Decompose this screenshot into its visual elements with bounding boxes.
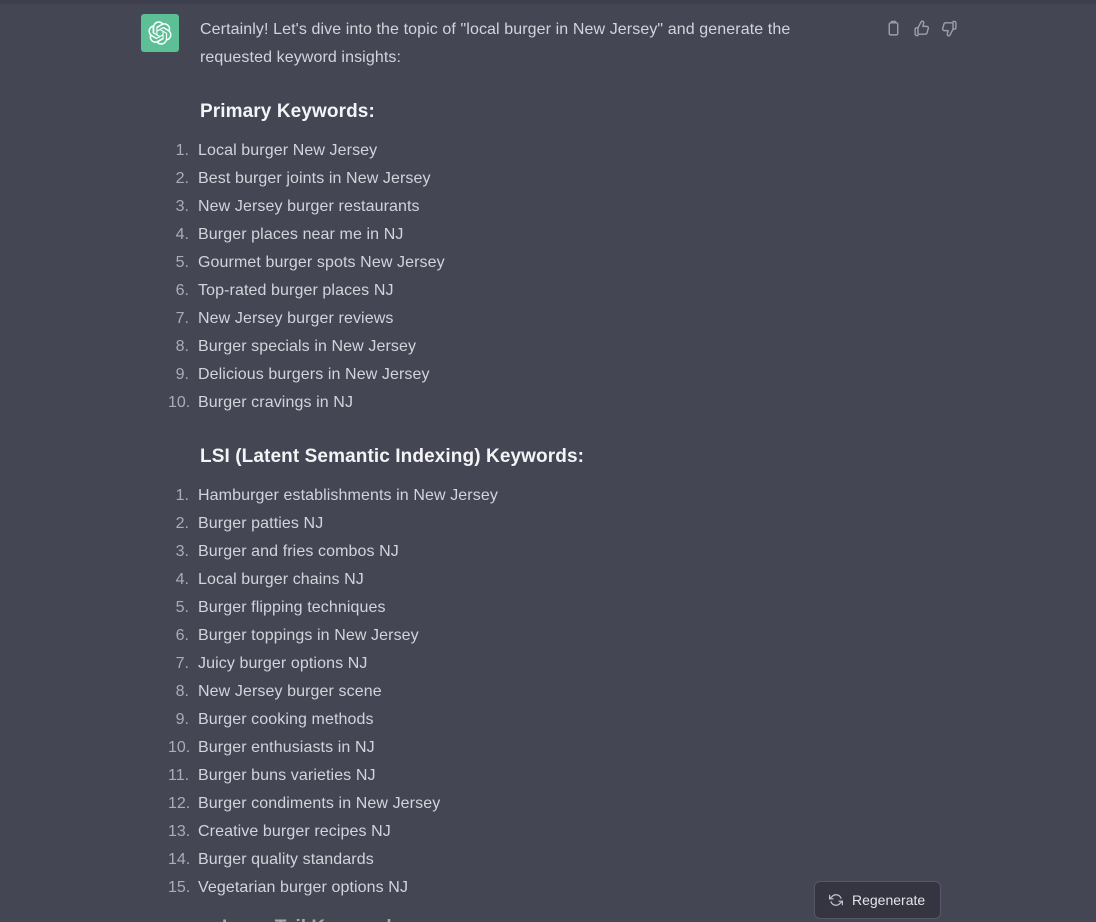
list-item-number: 1. [175,487,189,504]
list-item-number: 7. [175,655,189,672]
list-item-label: Burger cooking methods [198,711,374,728]
list-item: 5. Burger flipping techniques [168,594,852,622]
list-item: 2. Burger patties NJ [168,510,852,538]
list-item-label: Gourmet burger spots New Jersey [198,254,445,271]
list-item-label: Vegetarian burger options NJ [198,879,409,896]
list-item-label: Juicy burger options NJ [198,655,368,672]
lsi-keywords-list-wrap: 1. Hamburger establishments in New Jersey… [168,482,852,902]
section-heading-primary: Primary Keywords: [200,101,375,122]
list-item-number: 9. [175,711,189,728]
list-item-number: 4. [175,226,189,243]
list-item-number: 2. [175,515,189,532]
list-item: 7. New Jersey burger reviews [168,305,852,333]
assistant-message: Certainly! Let's dive into the topic of … [0,0,1096,902]
thumbs-down-icon[interactable] [938,17,960,39]
list-item-number: 11. [168,767,190,784]
list-item: 8. Burger specials in New Jersey [168,333,852,361]
list-item: 4. Local burger chains NJ [168,566,852,594]
list-item-label: New Jersey burger reviews [198,310,394,327]
list-item-label: Delicious burgers in New Jersey [198,366,430,383]
list-item-number: 10. [168,394,191,411]
regenerate-container: Regenerate [814,881,942,919]
primary-keywords-list-wrap: 1. Local burger New Jersey 2. Best burger … [168,137,852,417]
list-item-label: Burger flipping techniques [198,599,386,616]
list-item-number: 8. [175,683,189,700]
list-item: 4. Burger places near me in NJ [168,221,852,249]
list-item: 3. Burger and fries combos NJ [168,538,852,566]
primary-keywords-list: 1. Local burger New Jersey 2. Best burger … [168,137,852,417]
list-item: 8. New Jersey burger scene [168,678,852,706]
message-actions [882,17,960,39]
list-item-label: Burger and fries combos NJ [198,543,399,560]
list-item-number: 15. [168,879,191,896]
list-item: 11. Burger buns varieties NJ [168,762,852,790]
list-item-number: 1. [175,142,189,159]
list-item-label: Burger condiments in New Jersey [198,795,441,812]
refresh-icon [828,893,843,908]
regenerate-label: Regenerate [852,892,926,908]
list-item: 1. Local burger New Jersey [168,137,852,165]
thumbs-up-icon[interactable] [910,17,932,39]
list-item-label: Local burger chains NJ [198,571,364,588]
list-item-label: Hamburger establishments in New Jersey [198,487,498,504]
list-item-label: New Jersey burger scene [198,683,382,700]
list-item: 7. Juicy burger options NJ [168,650,852,678]
list-item-label: Burger cravings in NJ [198,394,354,411]
intro-paragraph: Certainly! Let's dive into the topic of … [200,21,791,66]
list-item: 13. Creative burger recipes NJ [168,818,852,846]
list-item-number: 12. [168,795,191,812]
openai-logo-icon [141,14,179,52]
list-item: 10. Burger enthusiasts in NJ [168,734,852,762]
list-item-number: 5. [175,254,189,271]
list-item: 14. Burger quality standards [168,846,852,874]
list-item-label: Local burger New Jersey [198,142,378,159]
list-item: 2. Best burger joints in New Jersey [168,165,852,193]
list-item-label: Burger quality standards [198,851,374,868]
list-item: 15. Vegetarian burger options NJ [168,874,852,902]
list-item-number: 14. [168,851,191,868]
list-item: 6. Top-rated burger places NJ [168,277,852,305]
clipped-next-heading: Long-Tail Keywords: [222,915,408,922]
list-item-number: 3. [175,543,189,560]
lsi-keywords-list: 1. Hamburger establishments in New Jersey… [168,482,852,902]
list-item-label: Burger patties NJ [198,515,324,532]
list-item-label: Burger enthusiasts in NJ [198,739,375,756]
list-item-label: Burger toppings in New Jersey [198,627,419,644]
list-item-number: 5. [175,599,189,616]
chat-viewport: Certainly! Let's dive into the topic of … [0,0,1096,922]
list-item-number: 7. [175,310,189,327]
list-item-label: Creative burger recipes NJ [198,823,391,840]
list-item-number: 6. [175,627,189,644]
list-item: 9. Burger cooking methods [168,706,852,734]
regenerate-button[interactable]: Regenerate [814,881,942,919]
list-item-number: 8. [175,338,189,355]
list-item-label: New Jersey burger restaurants [198,198,420,215]
list-item: 5. Gourmet burger spots New Jersey [168,249,852,277]
list-item-label: Best burger joints in New Jersey [198,170,431,187]
list-item: 9. Delicious burgers in New Jersey [168,361,852,389]
list-item-number: 9. [175,366,189,383]
list-item-number: 3. [175,198,189,215]
copy-icon[interactable] [882,17,904,39]
list-item: 1. Hamburger establishments in New Jersey [168,482,852,510]
message-content: Certainly! Let's dive into the topic of … [168,14,852,902]
list-item: 3. New Jersey burger restaurants [168,193,852,221]
list-item-number: 10. [168,739,191,756]
list-item-label: Top-rated burger places NJ [198,282,394,299]
section-heading-lsi: LSI (Latent Semantic Indexing) Keywords: [200,446,585,467]
list-item: 10. Burger cravings in NJ [168,389,852,417]
list-item-label: Burger places near me in NJ [198,226,404,243]
list-item-number: 2. [175,170,189,187]
list-item-number: 6. [175,282,189,299]
list-item-number: 4. [175,571,189,588]
list-item-label: Burger buns varieties NJ [198,767,376,784]
list-item: 6. Burger toppings in New Jersey [168,622,852,650]
list-item: 12. Burger condiments in New Jersey [168,790,852,818]
list-item-label: Burger specials in New Jersey [198,338,417,355]
list-item-number: 13. [168,823,191,840]
